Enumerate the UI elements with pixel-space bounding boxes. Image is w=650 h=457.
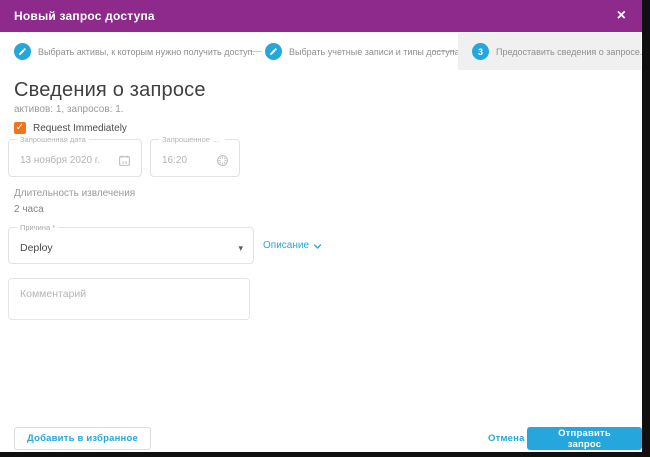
screen-backdrop: Новый запрос доступа × Выбрать активы, к… [0, 0, 650, 457]
edit-pencil-icon [265, 43, 282, 60]
request-immediately-label: Request Immediately [33, 122, 127, 134]
close-icon[interactable]: × [615, 8, 628, 24]
submit-request-button[interactable]: Отправить запрос [527, 427, 642, 450]
description-toggle-link[interactable]: Описание [263, 240, 322, 251]
retrieval-duration-value: 2 часа [14, 204, 44, 215]
step-number-badge: 3 [472, 43, 489, 60]
add-to-favorites-button[interactable]: Добавить в избранное [14, 427, 151, 450]
caret-down-icon: ▾ [238, 242, 243, 253]
step-label: Предоставить сведения о запросе. [496, 46, 643, 57]
dialog-header: Новый запрос доступа × [0, 0, 642, 32]
requested-time-label: Запрошенное вр... [159, 135, 225, 144]
step-label: Выбрать учетные записи и типы доступа. [289, 46, 463, 57]
cancel-button[interactable]: Отмена [488, 433, 525, 444]
request-summary-text: активов: 1, запросов: 1. [14, 104, 124, 115]
request-immediately-checkbox-row[interactable]: ✓ Request Immediately [14, 122, 127, 134]
calendar-day-number: 26 [122, 160, 128, 166]
requested-date-value: 13 ноября 2020 г. [20, 155, 100, 166]
requested-time-field[interactable]: Запрошенное вр... 16:20 [150, 135, 240, 177]
reason-label: Причина * [17, 223, 59, 232]
retrieval-duration-label: Длительность извлечения [14, 188, 136, 199]
dialog-title: Новый запрос доступа [14, 9, 155, 23]
reason-value: Deploy [20, 242, 53, 254]
chevron-down-icon [313, 243, 322, 249]
page-title: Сведения о запросе [14, 79, 206, 101]
reason-select[interactable]: Причина * Deploy ▾ [8, 223, 254, 264]
requested-date-label: Запрошенная дата [17, 135, 89, 144]
edit-pencil-icon [14, 43, 31, 60]
checkbox-checked-icon[interactable]: ✓ [14, 122, 26, 134]
new-access-request-dialog: Новый запрос доступа × Выбрать активы, к… [0, 0, 642, 452]
step-select-accounts[interactable]: Выбрать учетные записи и типы доступа. [265, 33, 462, 70]
clock-icon[interactable] [216, 154, 229, 167]
step-select-assets[interactable]: Выбрать активы, к которым нужно получить… [14, 33, 255, 70]
calendar-icon[interactable]: 26 [118, 154, 131, 167]
requested-date-field[interactable]: Запрошенная дата 13 ноября 2020 г. 26 [8, 135, 142, 177]
step-label: Выбрать активы, к которым нужно получить… [38, 46, 256, 57]
step-provide-details-active[interactable]: 3 Предоставить сведения о запросе. [458, 33, 643, 70]
description-link-label: Описание [263, 240, 310, 251]
comment-input[interactable] [8, 278, 250, 320]
requested-time-value: 16:20 [162, 155, 188, 166]
